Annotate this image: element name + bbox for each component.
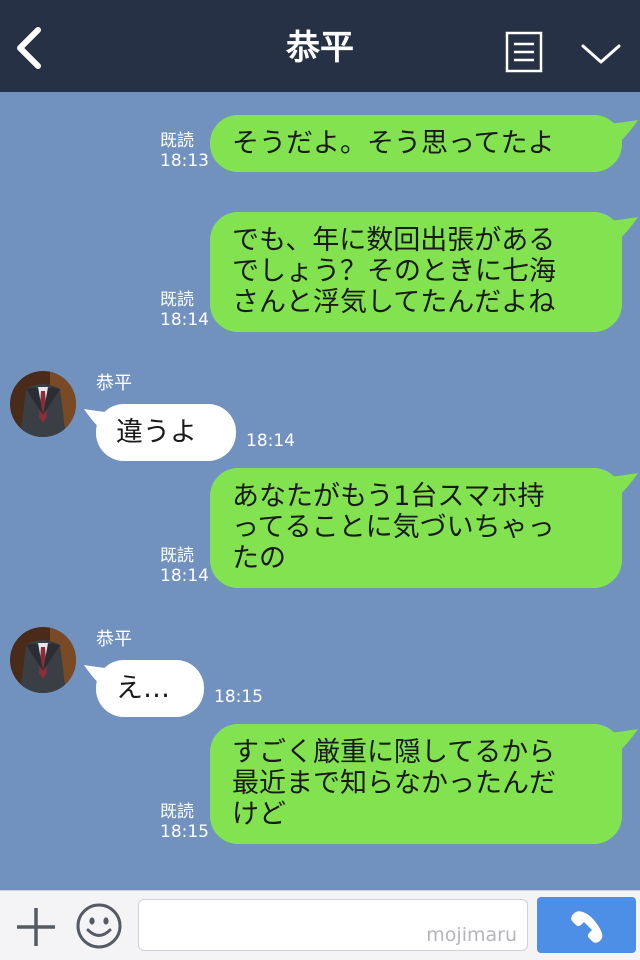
bubble-tail — [608, 217, 638, 241]
avatar[interactable] — [10, 371, 76, 437]
chat-header: 恭平 — [0, 0, 640, 92]
read-label: 既読 — [160, 546, 194, 566]
avatar[interactable] — [10, 627, 76, 693]
read-receipt: 既読 18:13 — [160, 131, 209, 171]
read-label: 既読 — [160, 802, 194, 822]
chevron-left-icon — [17, 27, 41, 69]
read-label: 既読 — [160, 290, 194, 310]
bubble-tail — [608, 729, 638, 753]
bubble-tail — [608, 120, 638, 144]
message-time: 18:13 — [160, 151, 209, 171]
message-time: 18:15 — [214, 687, 263, 707]
read-receipt: 既読 18:15 — [160, 802, 209, 842]
plus-icon — [17, 908, 55, 946]
message-input-bar: mojimaru — [0, 890, 640, 960]
message-bubble[interactable]: そうだよ。そう思ってたよ — [210, 115, 622, 172]
menu-list-icon — [505, 31, 543, 73]
chat-screen: 恭平 既読 18:13 そうだよ。そう思ってたよ 既読 18:14 でも、年に数… — [0, 0, 640, 960]
avatar-suit-image — [10, 627, 76, 693]
message-time: 18:15 — [160, 822, 209, 842]
smiley-icon — [76, 903, 122, 949]
message-bubble[interactable]: でも、年に数回出張がある でしょう？そのときに七海 さんと浮気してたんだよね — [210, 212, 622, 332]
back-button[interactable] — [12, 26, 48, 70]
message-time: 18:14 — [160, 566, 209, 586]
read-receipt: 既読 18:14 — [160, 290, 209, 330]
call-button[interactable] — [537, 897, 636, 953]
chevron-down-icon — [581, 44, 621, 64]
message-time: 18:14 — [160, 310, 209, 330]
message-time: 18:14 — [246, 431, 295, 451]
sender-name: 恭平 — [96, 629, 132, 650]
watermark-text: mojimaru — [426, 924, 517, 946]
collapse-button[interactable] — [578, 36, 624, 70]
read-label: 既読 — [160, 131, 194, 151]
chat-title: 恭平 — [286, 28, 354, 68]
menu-button[interactable] — [504, 30, 544, 74]
message-bubble[interactable]: え… — [96, 660, 204, 717]
message-bubble[interactable]: あなたがもう1台スマホ持 ってることに気づいちゃっ たの — [210, 468, 622, 588]
read-receipt: 既読 18:14 — [160, 546, 209, 586]
avatar-suit-image — [10, 371, 76, 437]
attach-button[interactable] — [14, 905, 58, 949]
message-bubble[interactable]: 違うよ — [96, 404, 236, 461]
message-bubble[interactable]: すごく厳重に隠してるから 最近まで知らなかったんだ けど — [210, 724, 622, 844]
bubble-tail — [608, 473, 638, 497]
sender-name: 恭平 — [96, 373, 132, 394]
phone-icon — [571, 911, 603, 943]
message-input[interactable]: mojimaru — [138, 899, 528, 951]
emoji-button[interactable] — [74, 901, 124, 951]
